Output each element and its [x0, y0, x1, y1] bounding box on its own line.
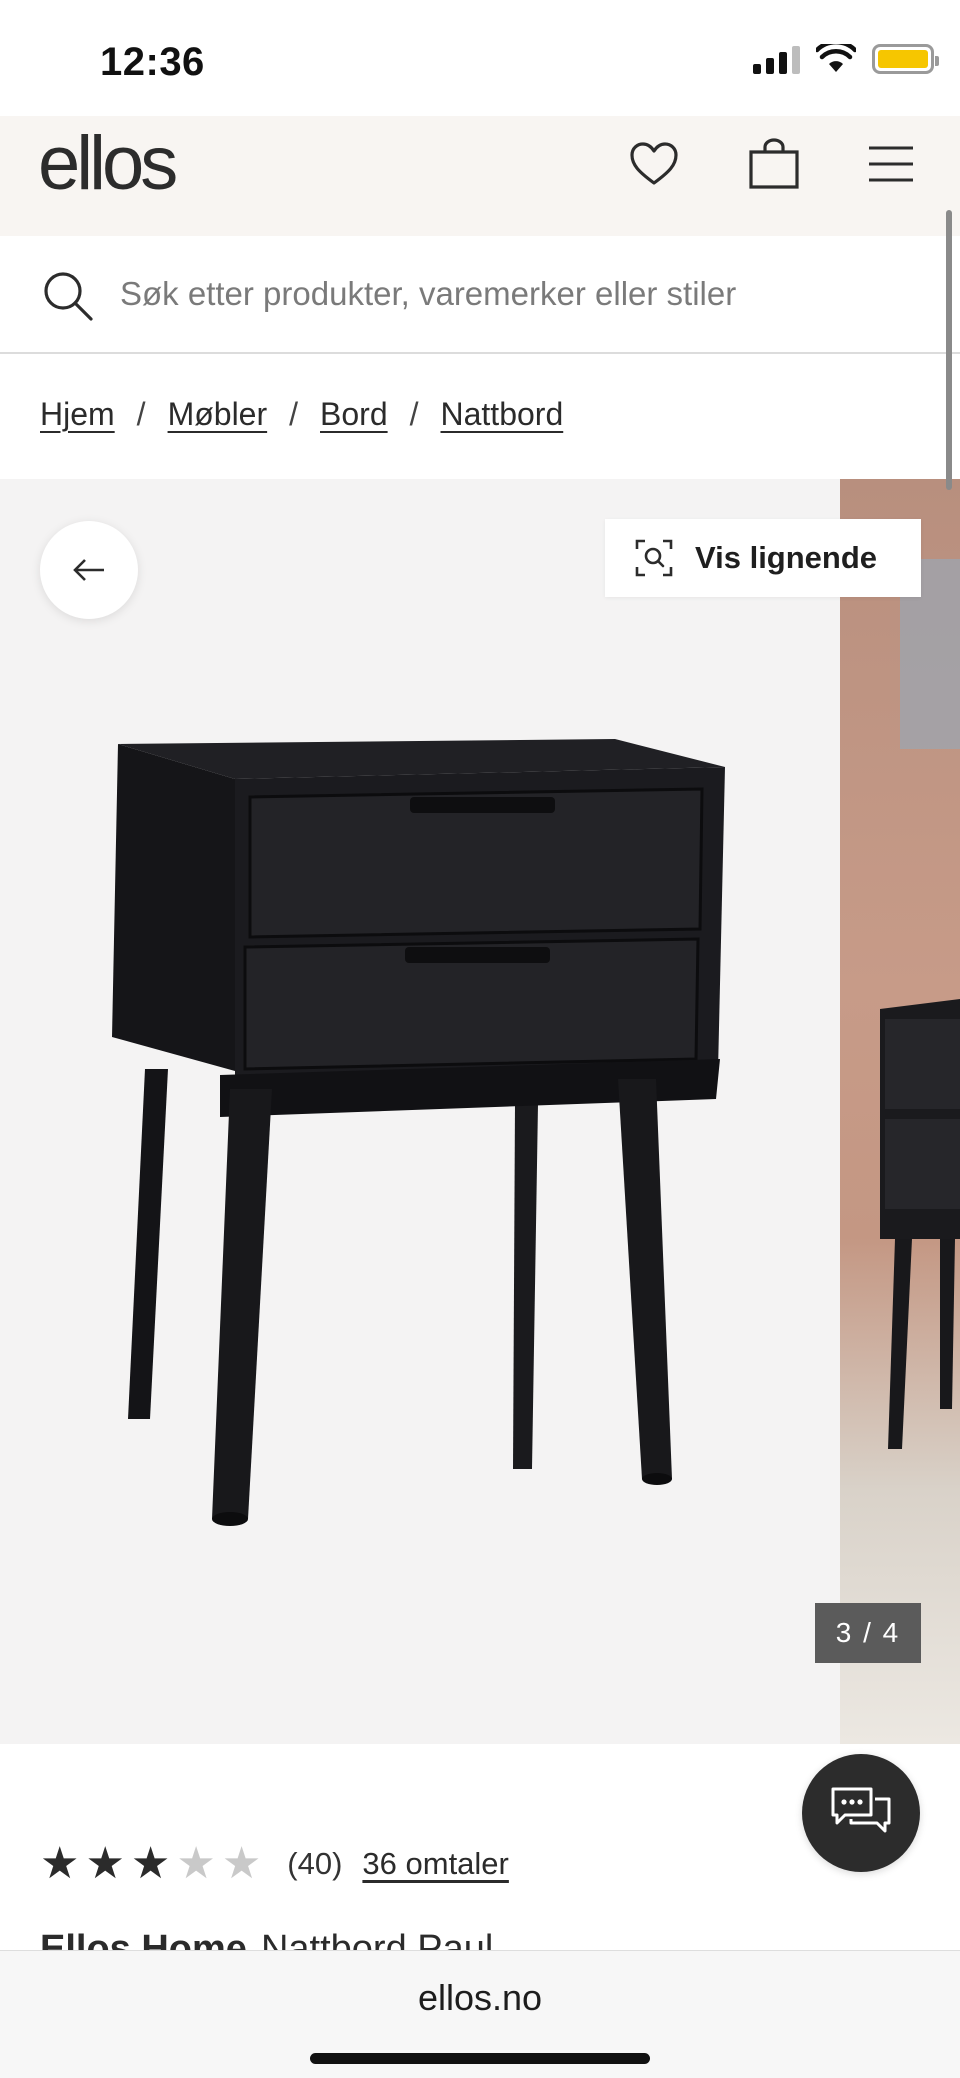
breadcrumb-nightstands-link[interactable]: Nattbord: [441, 396, 564, 433]
menu-hamburger-icon[interactable]: [861, 134, 921, 194]
arrow-left-icon: [73, 559, 104, 581]
show-similar-label: Vis lignende: [695, 540, 878, 575]
star-filled-icon: ★: [85, 1839, 125, 1888]
breadcrumb-separator: /: [136, 396, 146, 432]
breadcrumb-separator: /: [409, 396, 419, 432]
status-time: 12:36: [100, 40, 205, 84]
favorites-heart-icon[interactable]: [624, 134, 684, 194]
next-image-preview[interactable]: [840, 479, 960, 1744]
status-bar: 12:36: [0, 0, 960, 116]
star-filled-icon: ★: [130, 1839, 171, 1888]
search-icon[interactable]: [42, 270, 94, 327]
breadcrumb-furniture-link[interactable]: Møbler: [168, 396, 268, 433]
search-bar: [0, 236, 960, 354]
search-input[interactable]: [120, 266, 920, 322]
reviews-link[interactable]: 36 omtaler: [362, 1846, 508, 1882]
cellular-signal-icon: [753, 44, 800, 74]
image-counter: 3 / 4: [815, 1603, 921, 1663]
rating-stars: ★ ★ ★ ★ ★: [40, 1842, 261, 1886]
product-image-gallery[interactable]: Vis lignende 3 / 4: [0, 479, 960, 1744]
breadcrumb: Hjem / Møbler / Bord / Nattbord: [40, 396, 563, 433]
breadcrumb-separator: /: [289, 396, 299, 432]
chat-button[interactable]: [802, 1754, 920, 1872]
status-icons: [753, 44, 939, 74]
product-rating: ★ ★ ★ ★ ★ (40) 36 omtaler: [40, 1842, 509, 1886]
show-similar-button[interactable]: Vis lignende: [605, 519, 921, 597]
star-filled-icon: ★: [40, 1839, 80, 1888]
site-header: ellos: [0, 116, 960, 236]
star-empty-icon: ★: [221, 1839, 262, 1888]
wifi-icon: [816, 44, 856, 72]
chat-bubbles-icon: [831, 1787, 891, 1833]
star-empty-icon: ★: [176, 1839, 216, 1888]
battery-icon: [872, 44, 939, 74]
rating-count: (40): [287, 1846, 343, 1881]
product-image-nightstand[interactable]: [100, 719, 740, 1594]
browser-address-bar[interactable]: ellos.no: [0, 1950, 960, 2078]
breadcrumb-tables-link[interactable]: Bord: [320, 396, 388, 433]
home-indicator[interactable]: [310, 2053, 650, 2064]
visual-search-icon: [635, 539, 673, 577]
scrollbar-thumb[interactable]: [946, 210, 952, 490]
ellos-logo[interactable]: ellos: [38, 120, 178, 207]
breadcrumb-home-link[interactable]: Hjem: [40, 396, 115, 433]
back-button[interactable]: [40, 521, 138, 619]
url-text[interactable]: ellos.no: [0, 1977, 960, 2019]
shopping-bag-icon[interactable]: [744, 134, 804, 194]
